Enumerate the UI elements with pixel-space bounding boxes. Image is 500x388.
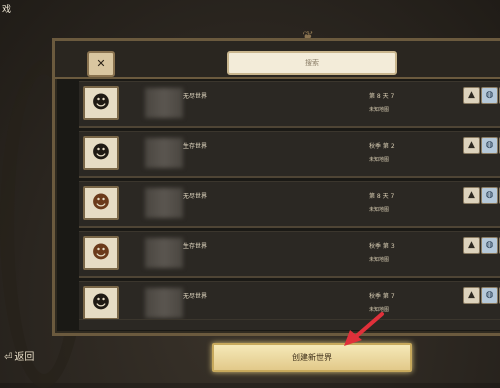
character-avatar-wilson: ☻ xyxy=(83,86,119,120)
upload-icon[interactable]: ▲ xyxy=(463,287,480,304)
world-row[interactable]: ☻ 生存世界 秋季 第 3 未知地图 ▲ ◍ ▪ xyxy=(79,231,500,278)
game-mode: 生存世界 xyxy=(183,143,208,150)
character-avatar-wolfgang: ☻ xyxy=(83,236,119,270)
globe-icon[interactable]: ◍ xyxy=(481,237,498,254)
map-info: 未知地图 xyxy=(369,207,390,213)
world-row[interactable]: ☻ 无尽世界 第 8 天 7 未知地图 ▲ ◍ ▪ xyxy=(79,81,500,128)
upload-icon[interactable]: ▲ xyxy=(463,187,480,204)
upload-icon[interactable]: ▲ xyxy=(463,87,480,104)
filter-icon: ✕ xyxy=(96,57,106,70)
upload-icon[interactable]: ▲ xyxy=(463,137,480,154)
search-placeholder: 搜索 xyxy=(305,59,319,67)
game-mode: 无尽世界 xyxy=(183,93,208,100)
globe-icon[interactable]: ◍ xyxy=(481,187,498,204)
search-input[interactable]: 搜索 xyxy=(227,51,397,75)
window-title: 戏 xyxy=(2,5,12,15)
world-rows: ☻ 无尽世界 第 8 天 7 未知地图 ▲ ◍ ▪ ☻ 生存世界 秋季 第 2 … xyxy=(79,81,500,331)
character-avatar-wolfgang: ☻ xyxy=(83,186,119,220)
filter-button[interactable]: ✕ xyxy=(87,51,115,77)
map-info: 未知地图 xyxy=(369,257,390,263)
game-mode: 无尽世界 xyxy=(183,293,208,300)
blurred-player-name xyxy=(145,238,183,268)
game-mode: 无尽世界 xyxy=(183,193,208,200)
globe-icon[interactable]: ◍ xyxy=(481,87,498,104)
character-avatar-wilson: ☻ xyxy=(83,286,119,320)
day-info: 第 8 天 7 xyxy=(369,193,395,200)
day-info: 秋季 第 2 xyxy=(369,143,395,150)
map-info: 未知地图 xyxy=(369,107,390,113)
globe-icon[interactable]: ◍ xyxy=(481,287,498,304)
highlight-arrow-icon xyxy=(344,312,384,346)
world-row[interactable]: ☻ 无尽世界 第 8 天 7 未知地图 ▲ ◍ ▪ xyxy=(79,181,500,228)
game-mode: 生存世界 xyxy=(183,243,208,250)
back-button[interactable]: ⏎ 返回 xyxy=(4,348,34,363)
blurred-player-name xyxy=(145,138,183,168)
day-info: 秋季 第 7 xyxy=(369,293,395,300)
day-info: 秋季 第 3 xyxy=(369,243,395,250)
day-info: 第 8 天 7 xyxy=(369,93,395,100)
globe-icon[interactable]: ◍ xyxy=(481,137,498,154)
blurred-player-name xyxy=(145,88,183,118)
blurred-player-name xyxy=(145,288,183,318)
upload-icon[interactable]: ▲ xyxy=(463,237,480,254)
back-label: 返回 xyxy=(14,352,35,363)
world-row[interactable]: ☻ 生存世界 秋季 第 2 未知地图 ▲ ◍ ▪ xyxy=(79,131,500,178)
back-arrow-icon: ⏎ xyxy=(4,352,13,363)
blurred-player-name xyxy=(145,188,183,218)
map-info: 未知地图 xyxy=(369,157,390,163)
panel-header: ✕ 搜索 xyxy=(55,41,500,79)
world-row-partial[interactable] xyxy=(79,319,500,330)
world-list-panel: ✕ 搜索 ☻ 无尽世界 第 8 天 7 未知地图 ▲ ◍ ▪ ☻ 生存世界 秋季… xyxy=(52,38,500,336)
character-avatar-wilson: ☻ xyxy=(83,136,119,170)
